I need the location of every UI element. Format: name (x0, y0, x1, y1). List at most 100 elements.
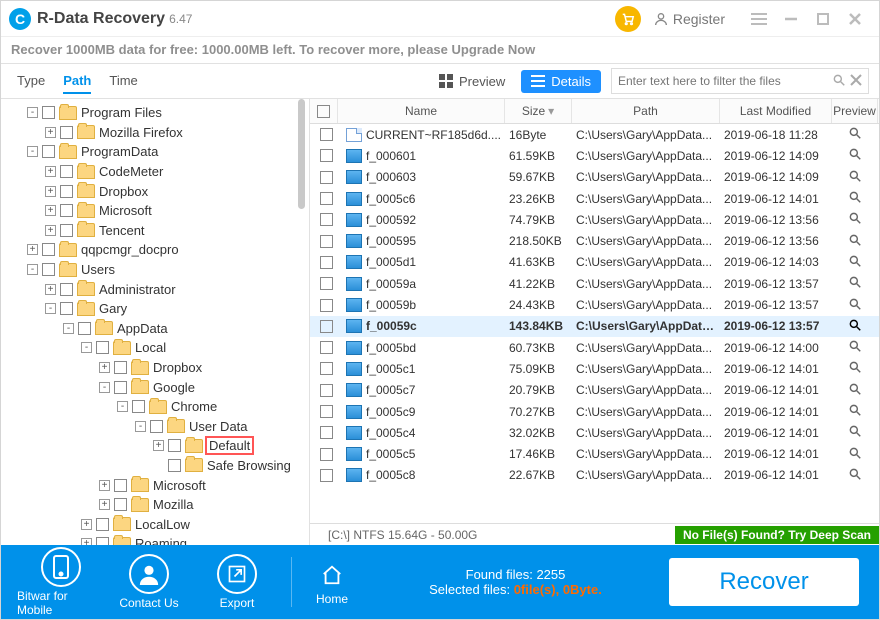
expand-toggle[interactable]: - (99, 382, 110, 393)
file-row[interactable]: f_0005c517.46KBC:\Users\Gary\AppData...2… (310, 443, 879, 464)
tree-checkbox[interactable] (132, 400, 145, 413)
register-link[interactable]: Register (653, 11, 725, 27)
tree-checkbox[interactable] (168, 459, 181, 472)
expand-toggle[interactable]: - (45, 303, 56, 314)
preview-icon[interactable] (836, 382, 874, 399)
expand-toggle[interactable]: + (45, 127, 56, 138)
tree-node[interactable]: +Mozilla Firefox (3, 123, 307, 143)
tree-node[interactable]: +Mozilla (3, 495, 307, 515)
file-row[interactable]: f_0005bd60.73KBC:\Users\Gary\AppData...2… (310, 337, 879, 358)
expand-toggle[interactable]: - (81, 342, 92, 353)
file-row[interactable]: f_0005d141.63KBC:\Users\Gary\AppData...2… (310, 252, 879, 273)
file-row[interactable]: f_00059a41.22KBC:\Users\Gary\AppData...2… (310, 273, 879, 294)
row-checkbox[interactable] (320, 277, 333, 290)
list-body[interactable]: CURRENT~RF185d6d....16ByteC:\Users\Gary\… (310, 124, 879, 523)
tree-checkbox[interactable] (96, 537, 109, 545)
row-checkbox[interactable] (320, 171, 333, 184)
file-row[interactable]: f_0005c720.79KBC:\Users\Gary\AppData...2… (310, 380, 879, 401)
row-checkbox[interactable] (320, 341, 333, 354)
row-checkbox[interactable] (320, 426, 333, 439)
tree-checkbox[interactable] (60, 283, 73, 296)
row-checkbox[interactable] (320, 149, 333, 162)
minimize-icon[interactable] (775, 3, 807, 35)
folder-tree[interactable]: -Program Files+Mozilla Firefox-ProgramDa… (1, 99, 310, 545)
row-checkbox[interactable] (320, 192, 333, 205)
tree-checkbox[interactable] (60, 126, 73, 139)
tree-node[interactable]: +qqpcmgr_docpro (3, 240, 307, 260)
tree-checkbox[interactable] (114, 498, 127, 511)
tree-node[interactable]: +Administrator (3, 279, 307, 299)
tree-checkbox[interactable] (114, 381, 127, 394)
menu-icon[interactable] (743, 3, 775, 35)
tree-node[interactable]: +Default (3, 436, 307, 456)
recover-button[interactable]: Recover (669, 558, 859, 606)
expand-toggle[interactable]: + (45, 225, 56, 236)
preview-icon[interactable] (836, 446, 874, 463)
preview-icon[interactable] (836, 254, 874, 271)
col-path[interactable]: Path (572, 99, 720, 123)
filter-input[interactable] (618, 74, 828, 88)
tree-node[interactable]: -Local (3, 338, 307, 358)
file-row[interactable]: f_00059b24.43KBC:\Users\Gary\AppData...2… (310, 294, 879, 315)
preview-icon[interactable] (836, 126, 874, 143)
row-checkbox[interactable] (320, 384, 333, 397)
tree-checkbox[interactable] (168, 439, 181, 452)
row-checkbox[interactable] (320, 448, 333, 461)
expand-toggle[interactable]: - (135, 421, 146, 432)
file-row[interactable]: f_0005c175.09KBC:\Users\Gary\AppData...2… (310, 358, 879, 379)
col-checkbox[interactable] (310, 99, 338, 123)
preview-icon[interactable] (836, 339, 874, 356)
row-checkbox[interactable] (320, 128, 333, 141)
tree-checkbox[interactable] (114, 361, 127, 374)
tree-node[interactable]: +Roaming (3, 534, 307, 545)
tree-node[interactable]: +LocalLow (3, 514, 307, 534)
preview-icon[interactable] (836, 275, 874, 292)
bitwar-mobile-button[interactable]: Bitwar for Mobile (17, 547, 105, 617)
tree-node[interactable]: +Dropbox (3, 358, 307, 378)
expand-toggle[interactable]: + (99, 362, 110, 373)
tree-node[interactable]: -Users (3, 260, 307, 280)
file-row[interactable]: f_000595218.50KBC:\Users\Gary\AppData...… (310, 230, 879, 251)
tree-node[interactable]: -User Data (3, 417, 307, 437)
row-checkbox[interactable] (320, 362, 333, 375)
contact-button[interactable]: Contact Us (105, 554, 193, 610)
tree-node[interactable]: +Dropbox (3, 181, 307, 201)
row-checkbox[interactable] (320, 213, 333, 226)
close-icon[interactable] (839, 3, 871, 35)
expand-toggle[interactable]: - (27, 146, 38, 157)
tree-node[interactable]: -ProgramData (3, 142, 307, 162)
expand-toggle[interactable]: + (45, 186, 56, 197)
row-checkbox[interactable] (320, 405, 333, 418)
tree-checkbox[interactable] (60, 302, 73, 315)
tree-checkbox[interactable] (42, 263, 55, 276)
expand-toggle[interactable]: + (99, 480, 110, 491)
preview-icon[interactable] (836, 147, 874, 164)
preview-icon[interactable] (836, 297, 874, 314)
tree-checkbox[interactable] (114, 479, 127, 492)
search-icon[interactable] (832, 73, 846, 90)
file-row[interactable]: f_0005c970.27KBC:\Users\Gary\AppData...2… (310, 401, 879, 422)
expand-toggle[interactable]: - (117, 401, 128, 412)
file-row[interactable]: f_0005c623.26KBC:\Users\Gary\AppData...2… (310, 188, 879, 209)
tree-node[interactable]: Safe Browsing (3, 456, 307, 476)
expand-toggle[interactable]: - (63, 323, 74, 334)
view-preview-button[interactable]: Preview (429, 70, 515, 93)
tab-type[interactable]: Type (17, 69, 45, 94)
tree-node[interactable]: +CodeMeter (3, 162, 307, 182)
tree-checkbox[interactable] (96, 518, 109, 531)
preview-icon[interactable] (836, 318, 874, 335)
expand-toggle[interactable]: + (81, 519, 92, 530)
tree-checkbox[interactable] (60, 185, 73, 198)
file-row[interactable]: f_00059274.79KBC:\Users\Gary\AppData...2… (310, 209, 879, 230)
tree-node[interactable]: -Google (3, 377, 307, 397)
expand-toggle[interactable]: + (27, 244, 38, 255)
maximize-icon[interactable] (807, 3, 839, 35)
tree-checkbox[interactable] (150, 420, 163, 433)
tab-time[interactable]: Time (109, 69, 137, 94)
deep-scan-banner[interactable]: No File(s) Found? Try Deep Scan (675, 526, 879, 544)
col-name[interactable]: Name (338, 99, 505, 123)
upgrade-banner[interactable]: Recover 1000MB data for free: 1000.00MB … (1, 37, 879, 63)
tree-checkbox[interactable] (60, 165, 73, 178)
file-row[interactable]: f_0005c822.67KBC:\Users\Gary\AppData...2… (310, 465, 879, 486)
expand-toggle[interactable]: + (153, 440, 164, 451)
